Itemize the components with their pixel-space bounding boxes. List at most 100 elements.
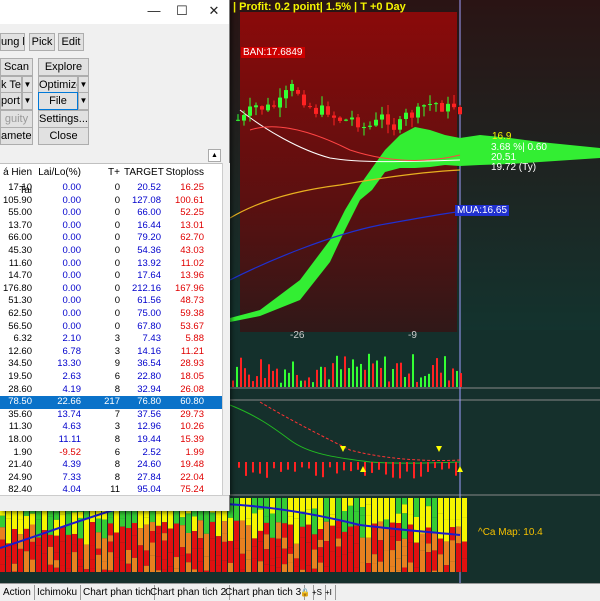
heatmap-cell — [60, 514, 65, 526]
heatmap-cell — [198, 562, 203, 572]
table-row[interactable]: 105.900.000127.08100.61 — [0, 195, 222, 208]
table-row[interactable]: 13.700.00016.4413.01 — [0, 220, 222, 233]
heatmap-cell — [306, 542, 311, 565]
table-row[interactable]: 6.322.1037.435.88 — [0, 333, 222, 346]
table-cell: 3 — [86, 346, 120, 359]
column-header[interactable]: Stoploss — [165, 164, 204, 182]
results-grid[interactable]: á Hien Tai Lai/Lo(%) T+ TARGET Stoploss … — [0, 163, 222, 496]
table-row[interactable]: 34.5013.30936.5428.93 — [0, 358, 222, 371]
collapse-icon[interactable]: ▲ — [208, 149, 221, 162]
candle-body — [326, 106, 330, 114]
candle-body — [368, 126, 372, 127]
heatmap-cell — [282, 549, 287, 565]
volume-bar — [420, 377, 422, 387]
heatmap-cell — [318, 540, 323, 547]
table-row[interactable]: 21.404.39824.6019.48 — [0, 459, 222, 472]
report-button[interactable]: port... — [0, 92, 22, 110]
table-cell: 0.00 — [36, 308, 81, 321]
heatmap-cell — [168, 567, 173, 572]
table-row[interactable]: 56.500.00067.8053.67 — [0, 321, 222, 334]
parameters-button[interactable]: ameters — [0, 127, 33, 145]
heatmap-cell — [204, 556, 209, 570]
table-row[interactable]: 12.606.78314.1611.21 — [0, 346, 222, 359]
table-row[interactable]: 14.700.00017.6413.96 — [0, 270, 222, 283]
table-row[interactable]: 45.300.00054.3643.03 — [0, 245, 222, 258]
tab-chart-phan-tich-3[interactable]: Chart phan tich 3 — [222, 585, 305, 600]
table-row[interactable]: 28.604.19832.9426.08 — [0, 384, 222, 397]
heatmap-cell — [60, 527, 65, 542]
down-arrow-icon — [436, 446, 442, 452]
table-row[interactable]: 176.800.000212.16167.96 — [0, 283, 222, 296]
scan-button[interactable]: Scan — [0, 58, 33, 76]
oscillator-line — [230, 405, 460, 463]
column-header[interactable]: á Hien Tai — [0, 164, 32, 182]
heatmap-cell — [372, 530, 377, 554]
vertical-scrollbar[interactable] — [222, 163, 230, 495]
scan-dialog[interactable]: — ☐ ✕ ung hai Pick Edit Scan Explore k T… — [0, 0, 230, 511]
volume-bar — [404, 377, 406, 387]
table-row[interactable]: 55.000.00066.0052.25 — [0, 207, 222, 220]
file-button[interactable]: File — [38, 92, 78, 110]
table-row[interactable]: 1.90-9.5262.521.99 — [0, 447, 222, 460]
table-row[interactable]: 35.6013.74737.5629.73 — [0, 409, 222, 422]
volume-bar — [456, 371, 458, 387]
heatmap-cell — [216, 536, 221, 556]
heatmap-cell — [84, 545, 89, 570]
settings-button[interactable]: Settings... — [38, 110, 89, 128]
table-row[interactable]: 19.502.63622.8018.05 — [0, 371, 222, 384]
volume-bar — [332, 363, 334, 387]
plus-i-icon[interactable]: +I — [322, 585, 336, 600]
heatmap-cell — [282, 538, 287, 549]
column-header[interactable]: T+ — [86, 164, 120, 182]
heatmap-cell — [90, 569, 95, 572]
dialog-titlebar[interactable]: — ☐ ✕ — [0, 0, 229, 24]
pick-button[interactable]: Pick — [29, 33, 55, 51]
heatmap-cell — [276, 539, 281, 547]
table-row[interactable]: 51.300.00061.5648.73 — [0, 295, 222, 308]
heatmap-cell — [276, 557, 281, 567]
tab-chart-phan-tich-2[interactable]: Chart phan tich 2 — [147, 585, 230, 600]
table-cell: 13.74 — [36, 409, 81, 422]
heatmap-cell — [378, 540, 383, 561]
heatmap-cell — [402, 539, 407, 547]
table-row[interactable]: 66.000.00079.2062.70 — [0, 232, 222, 245]
heatmap-cell — [336, 547, 341, 556]
heatmap-cell — [450, 561, 455, 572]
heatmap-cell — [48, 565, 53, 572]
heatmap-cell — [48, 547, 53, 565]
table-cell: 0 — [86, 220, 120, 233]
table-row[interactable]: 11.304.63312.9610.26 — [0, 421, 222, 434]
table-cell: 22.04 — [165, 472, 204, 485]
table-row[interactable]: 24.907.33827.8422.04 — [0, 472, 222, 485]
explore-button[interactable]: Explore — [38, 58, 89, 76]
heatmap-cell — [108, 552, 113, 570]
symbol-field[interactable]: ung hai — [0, 33, 25, 51]
chevron-down-icon[interactable]: ▼ — [78, 92, 89, 110]
candle-body — [242, 115, 246, 121]
tab-action[interactable]: Action — [0, 585, 35, 600]
table-row[interactable]: 11.600.00013.9211.02 — [0, 258, 222, 271]
column-header[interactable]: TARGET — [124, 164, 161, 182]
maximize-button[interactable]: ☐ — [167, 0, 197, 24]
close-window-button[interactable]: ✕ — [199, 0, 229, 24]
candle-body — [428, 104, 432, 105]
edit-button[interactable]: Edit — [58, 33, 84, 51]
table-cell: 66.00 — [0, 232, 32, 245]
histogram-bar — [448, 462, 450, 469]
close-button[interactable]: Close — [38, 127, 89, 145]
table-row[interactable]: 62.500.00075.0059.38 — [0, 308, 222, 321]
tab-ichimoku[interactable]: Ichimoku — [34, 585, 81, 600]
heatmap-cell — [228, 563, 233, 572]
minimize-button[interactable]: — — [139, 0, 169, 24]
table-row[interactable]: 18.0011.11819.4415.39 — [0, 434, 222, 447]
chevron-down-icon[interactable]: ▼ — [22, 92, 33, 110]
table-row[interactable]: 78.5022.6621776.8060.80 — [0, 396, 222, 409]
equity-button[interactable]: guity — [0, 110, 33, 128]
horizontal-scrollbar[interactable] — [0, 495, 229, 511]
tab-chart-phan-tich[interactable]: Chart phan tich — [80, 585, 155, 600]
heatmap-cell — [300, 498, 305, 512]
heatmap-cell — [174, 568, 179, 572]
table-row[interactable]: 17.100.00020.5216.25 — [0, 182, 222, 195]
heatmap-cell — [174, 524, 179, 532]
column-header[interactable]: Lai/Lo(%) — [36, 164, 81, 182]
